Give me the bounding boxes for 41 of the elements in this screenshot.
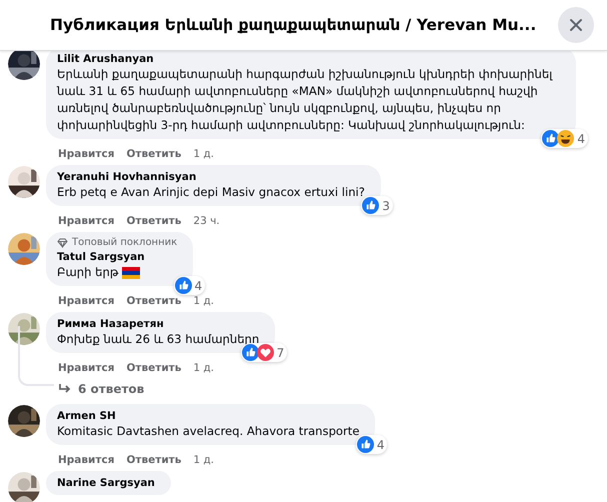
author-name[interactable]: Narine Sargsyan bbox=[57, 476, 155, 490]
reply-link[interactable]: Ответить bbox=[126, 215, 182, 227]
close-icon bbox=[569, 18, 583, 32]
comment-text: Բարի երթ bbox=[57, 264, 118, 281]
like-link[interactable]: Нравится bbox=[58, 295, 114, 307]
dialog-title: Публикация Երևանի քաղաքապետարան / Yerevan Mu... bbox=[50, 16, 536, 34]
comment-time[interactable]: 1 д. bbox=[193, 362, 214, 374]
close-button[interactable] bbox=[558, 7, 594, 43]
like-link[interactable]: Нравится bbox=[58, 148, 114, 160]
view-replies-link[interactable]: 6 ответов bbox=[58, 382, 144, 396]
thumbs-up-icon bbox=[362, 197, 380, 214]
fan-badge-label: Топовый поклонник bbox=[72, 237, 178, 248]
reaction-count[interactable]: 7 bbox=[240, 343, 288, 362]
reaction-count[interactable]: 4 bbox=[541, 129, 588, 148]
like-link[interactable]: Нравится bbox=[58, 215, 114, 227]
reaction-count[interactable]: 3 bbox=[361, 196, 393, 215]
reply-arrow-icon bbox=[58, 383, 72, 395]
laughing-emoji-icon bbox=[557, 130, 574, 147]
author-name[interactable]: Tatul Sargsyan bbox=[57, 250, 178, 264]
reply-link[interactable]: Ответить bbox=[126, 362, 182, 374]
like-link[interactable]: Нравится bbox=[58, 362, 114, 374]
author-name[interactable]: Римма Назаретян bbox=[57, 317, 260, 331]
reply-link[interactable]: Ответить bbox=[126, 148, 182, 160]
author-name[interactable]: Lilit Arushanyan bbox=[57, 52, 560, 66]
reaction-count[interactable]: 4 bbox=[356, 435, 388, 454]
comment-time[interactable]: 1 д. bbox=[193, 148, 214, 160]
thumbs-up-icon bbox=[542, 130, 560, 147]
diamond-icon bbox=[57, 238, 68, 248]
comment-time[interactable]: 1 д. bbox=[193, 454, 214, 466]
reply-link[interactable]: Ответить bbox=[126, 295, 182, 307]
reaction-count[interactable]: 4 bbox=[174, 276, 206, 295]
thumbs-up-icon bbox=[174, 277, 192, 294]
thread-line bbox=[18, 326, 54, 386]
comment-time[interactable]: 1 д. bbox=[193, 295, 214, 307]
author-name[interactable]: Yeranuhi Hovhannisyan bbox=[57, 170, 365, 184]
thumbs-up-icon bbox=[356, 436, 374, 453]
author-name[interactable]: Armen SH bbox=[57, 409, 360, 423]
like-link[interactable]: Нравится bbox=[58, 454, 114, 466]
comment-time[interactable]: 23 ч. bbox=[193, 215, 220, 227]
thumbs-up-icon bbox=[242, 344, 259, 361]
reply-link[interactable]: Ответить bbox=[126, 454, 182, 466]
